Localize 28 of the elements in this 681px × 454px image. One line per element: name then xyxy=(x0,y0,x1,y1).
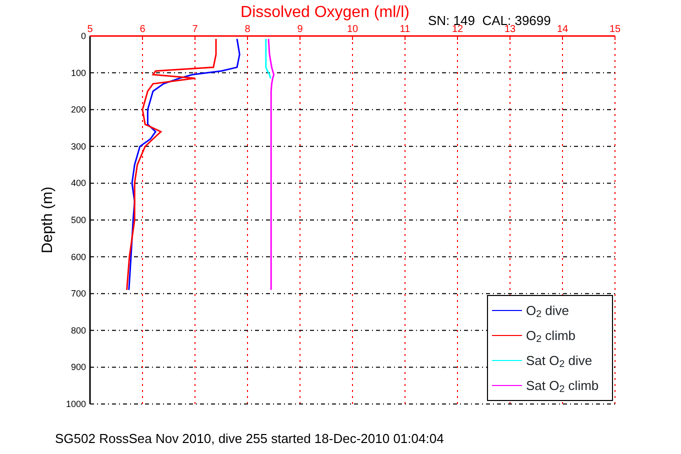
y-tick-label: 300 xyxy=(70,141,86,152)
y-tick-label: 900 xyxy=(70,362,86,372)
y-tick-label: 600 xyxy=(70,252,86,262)
x-tick-label: 10 xyxy=(346,24,358,35)
y-tick-label: 700 xyxy=(70,288,86,299)
x-tick-label: 6 xyxy=(140,24,146,35)
chart-caption: SG502 RossSea Nov 2010, dive 255 started 18-Dec-2010 01:04:04 xyxy=(55,431,444,446)
y-tick-label: 400 xyxy=(70,178,86,188)
y-tick-label: 500 xyxy=(70,215,86,225)
x-tick-label: 11 xyxy=(400,24,410,35)
x-tick-label: 7 xyxy=(192,24,198,35)
legend-label: Sat O$_{2}$ dive xyxy=(526,352,592,370)
legend-label: O$_{2}$ dive xyxy=(526,302,570,320)
x-tick-label: 9 xyxy=(297,24,303,35)
y-tick-label: 1000 xyxy=(66,399,86,409)
legend-label: Sat O$_{2}$ climb xyxy=(526,376,599,396)
x-tick-label: 5 xyxy=(87,24,93,35)
x-tick-label: 15 xyxy=(609,24,621,35)
y-tick-label: 800 xyxy=(70,325,86,336)
x-tick-label: 12 xyxy=(452,24,464,35)
legend-label: O$_{2}$ climb xyxy=(526,326,576,346)
y-tick-label: 200 xyxy=(70,104,86,115)
y-axis-label: Depth (m) xyxy=(39,186,56,254)
x-tick-label: 8 xyxy=(244,24,250,35)
x-tick-label: 14 xyxy=(556,24,568,35)
chart-title: Dissolved Oxygen (ml/l) xyxy=(240,4,410,21)
y-tick-label: 100 xyxy=(70,68,86,78)
y-tick-label: 0 xyxy=(80,31,86,41)
